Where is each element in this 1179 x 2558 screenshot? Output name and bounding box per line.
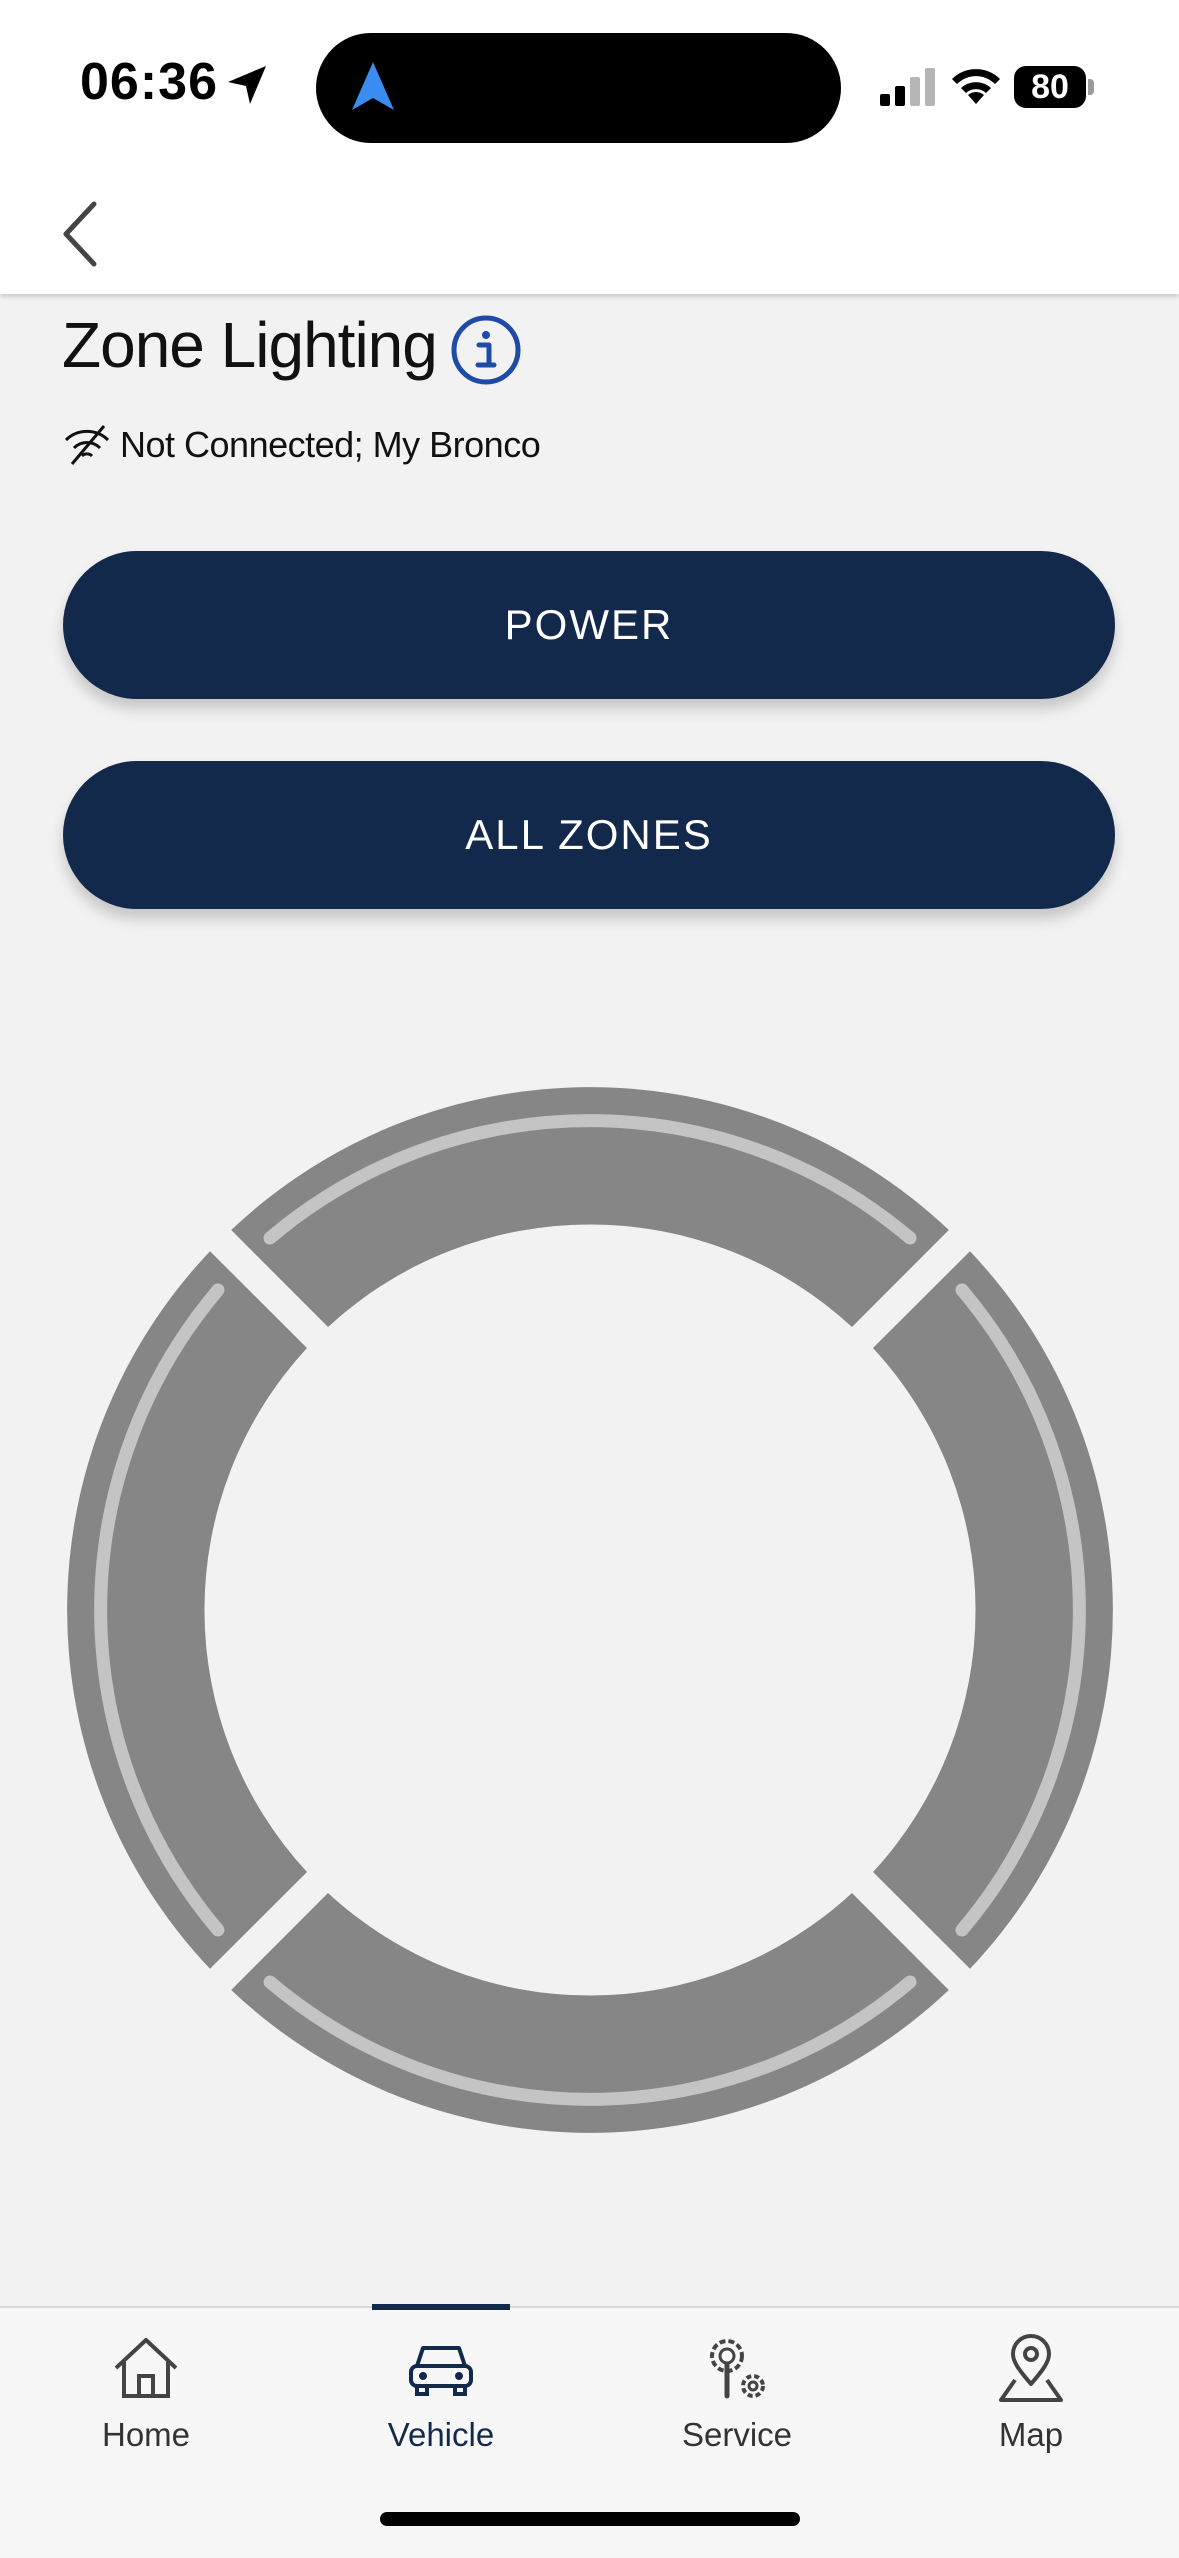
status-time: 06:36: [80, 53, 218, 111]
tab-service-label: Service: [681, 2416, 793, 2453]
page-title: Zone Lighting: [62, 309, 438, 381]
tab-service[interactable]: Service: [637, 2308, 837, 2468]
connection-status-row: Not Connected; My Bronco: [62, 418, 541, 472]
tab-map-label: Map: [998, 2416, 1064, 2453]
cellular-signal-icon: [880, 68, 935, 106]
car-icon: [409, 2346, 473, 2396]
zone-front[interactable]: [231, 1087, 949, 1327]
zone-lighting-ring: [67, 1087, 1113, 2133]
wifi-icon: [952, 69, 1000, 104]
info-circle-icon[interactable]: [450, 314, 522, 386]
location-arrow-icon: [228, 66, 266, 104]
navigation-arrow-icon: [352, 62, 394, 110]
tab-home-label: Home: [101, 2416, 191, 2453]
connection-status-text: Not Connected; My Bronco: [120, 424, 541, 465]
tab-home[interactable]: Home: [46, 2308, 246, 2468]
map-pin-icon: [999, 2334, 1063, 2402]
zone-rear[interactable]: [231, 1893, 949, 2133]
battery-percent: 80: [1014, 66, 1086, 108]
service-gears-icon: [710, 2339, 765, 2399]
chevron-left-icon[interactable]: [50, 192, 114, 276]
header-bar: [0, 170, 1179, 294]
no-signal-icon: [64, 425, 110, 465]
battery-icon: 80: [1014, 66, 1094, 108]
tab-vehicle[interactable]: Vehicle: [341, 2308, 541, 2468]
tab-map[interactable]: Map: [931, 2308, 1131, 2468]
battery-cap: [1088, 79, 1094, 95]
home-indicator[interactable]: [380, 2512, 800, 2526]
tab-vehicle-label: Vehicle: [387, 2416, 495, 2453]
zone-right[interactable]: [873, 1251, 1113, 1969]
status-bar: 06:36 80: [0, 0, 1179, 170]
all-zones-button[interactable]: ALL ZONES: [63, 761, 1115, 909]
zone-left[interactable]: [67, 1251, 307, 1969]
home-icon: [114, 2338, 178, 2398]
power-button[interactable]: POWER: [63, 551, 1115, 699]
